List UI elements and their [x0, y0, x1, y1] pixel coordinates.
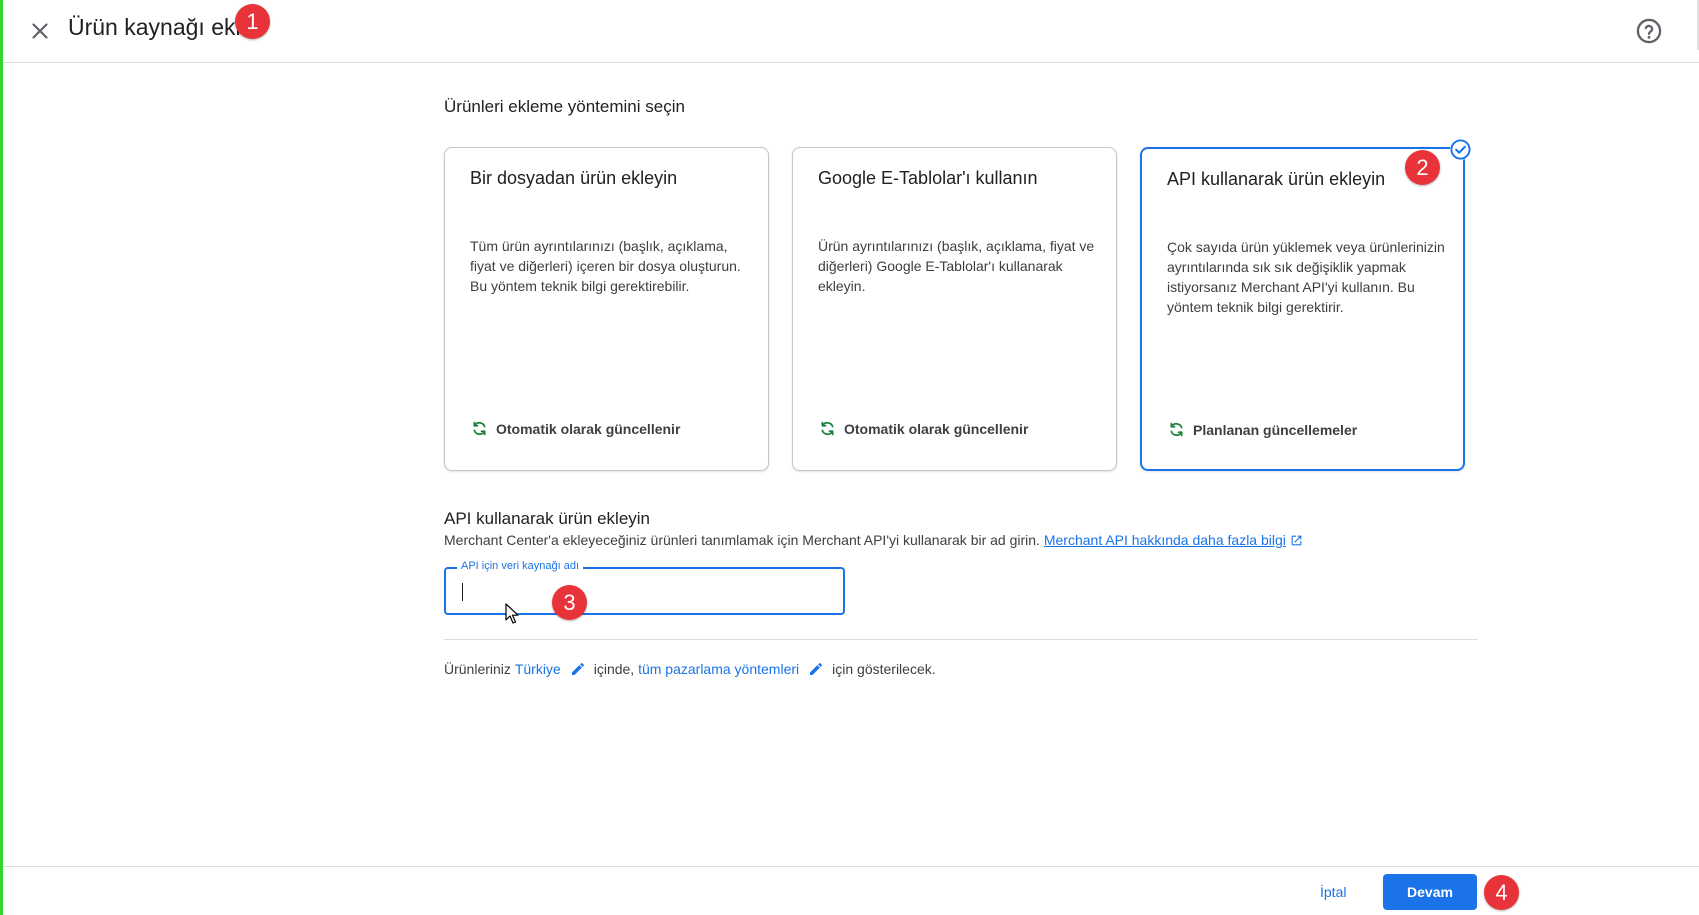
card-footer-label: Planlanan güncellemeler — [1193, 421, 1358, 438]
edit-methods-pencil-icon[interactable] — [808, 661, 824, 677]
card-description: Ürün ayrıntılarınızı (başlık, açıklama, … — [818, 238, 1095, 294]
card-footer: Otomatik olarak güncellenir — [818, 419, 1028, 438]
card-description: Tüm ürün ayrıntılarınızı (başlık, açıkla… — [470, 238, 741, 294]
api-description-text: Merchant Center'a ekleyeceğiniz ürünleri… — [444, 532, 1040, 548]
selected-check-icon — [1449, 138, 1472, 161]
card-footer-label: Otomatik olarak güncellenir — [844, 420, 1029, 437]
page-title: Ürün kaynağı ekle — [68, 14, 254, 40]
cancel-button[interactable]: İptal — [1320, 884, 1346, 900]
sync-icon — [821, 421, 834, 436]
card-description: Çok sayıda ürün yüklemek veya ürünlerini… — [1167, 239, 1445, 315]
market-info-line: Ürünleriniz Türkiye içinde, tüm pazarlam… — [444, 661, 936, 677]
card-google-sheets[interactable]: Google E-Tablolar'ı kullanın Ürün ayrınt… — [792, 147, 1117, 471]
market-middle: içinde, — [593, 661, 635, 677]
card-footer: Planlanan güncellemeler — [1167, 420, 1357, 439]
method-section-label: Ürünleri ekleme yöntemini seçin — [444, 97, 685, 116]
market-prefix: Ürünleriniz — [444, 661, 511, 677]
marketing-methods-link[interactable]: tüm pazarlama yöntemleri — [638, 661, 799, 677]
card-footer-label: Otomatik olarak güncellenir — [496, 420, 681, 437]
left-edge-marker — [0, 0, 3, 915]
api-section-description: Merchant Center'a ekleyeceğiniz ürünleri… — [444, 532, 1303, 548]
card-footer: Otomatik olarak güncellenir — [470, 419, 680, 438]
external-link-icon[interactable] — [1290, 534, 1303, 547]
sync-icon — [1170, 422, 1183, 437]
section-divider — [444, 639, 1478, 640]
country-link[interactable]: Türkiye — [515, 661, 561, 677]
sync-icon — [473, 421, 486, 436]
card-file-upload[interactable]: Bir dosyadan ürün ekleyin Tüm ürün ayrın… — [444, 147, 769, 471]
card-api[interactable]: API kullanarak ürün ekleyin Çok sayıda ü… — [1140, 147, 1465, 471]
annotation-badge-2: 2 — [1405, 150, 1440, 185]
edit-country-pencil-icon[interactable] — [570, 661, 586, 677]
card-title: Google E-Tablolar'ı kullanın — [818, 168, 1038, 188]
annotation-badge-4: 4 — [1484, 875, 1519, 910]
card-title: Bir dosyadan ürün ekleyin — [470, 168, 678, 188]
help-circle-icon[interactable] — [1635, 17, 1663, 45]
learn-more-link[interactable]: Merchant API hakkında daha fazla bilgi — [1044, 532, 1286, 548]
api-source-name-label: API için veri kaynağı adı — [457, 560, 584, 572]
market-suffix: için gösterilecek. — [832, 661, 936, 677]
mouse-cursor-icon — [505, 603, 519, 624]
text-caret — [462, 583, 463, 601]
annotation-badge-3: 3 — [552, 585, 587, 620]
api-section-heading: API kullanarak ürün ekleyin — [444, 509, 651, 528]
card-title: API kullanarak ürün ekleyin — [1167, 169, 1386, 189]
continue-button[interactable]: Devam — [1383, 874, 1477, 910]
annotation-badge-1: 1 — [235, 4, 270, 39]
close-icon[interactable] — [27, 18, 53, 44]
